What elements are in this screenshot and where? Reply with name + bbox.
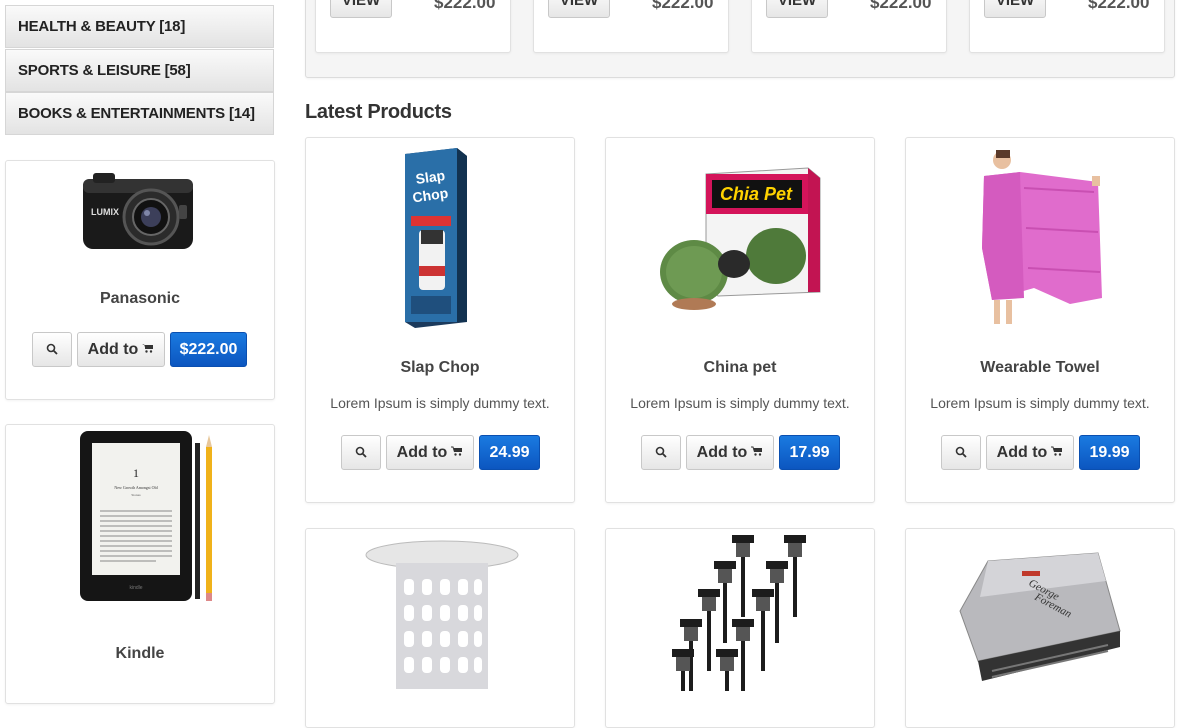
zoom-button[interactable] bbox=[941, 435, 981, 470]
price-text: $222.00 bbox=[652, 0, 714, 12]
magnify-icon bbox=[955, 446, 967, 458]
category-label: SPORTS & LEISURE [58] bbox=[18, 62, 191, 79]
product-card: Slap Chop Slap Chop Lorem Ipsum is simpl… bbox=[305, 137, 575, 503]
add-to-cart-button[interactable]: Add to bbox=[686, 435, 774, 470]
add-to-cart-button[interactable]: Add to bbox=[386, 435, 474, 470]
category-label: BOOKS & ENTERTAINMENTS [14] bbox=[18, 105, 255, 122]
add-label: Add to bbox=[996, 444, 1048, 461]
product-description: Lorem Ipsum is simply dummy text. bbox=[930, 395, 1150, 411]
cart-icon bbox=[451, 446, 463, 456]
kindle-image[interactable]: 1 New Growth Amongst Old Stones kindle bbox=[56, 427, 226, 617]
grill-image[interactable]: George Foreman bbox=[958, 551, 1124, 691]
magnify-icon bbox=[46, 343, 58, 355]
camera-image[interactable]: LUMIX bbox=[79, 165, 203, 265]
magnify-icon bbox=[355, 446, 367, 458]
price-text: $222.00 bbox=[870, 0, 932, 12]
svg-text:LUMIX: LUMIX bbox=[91, 207, 119, 217]
svg-text:New Growth Amongst Old: New Growth Amongst Old bbox=[114, 485, 157, 490]
section-heading: Latest Products bbox=[305, 101, 452, 123]
add-label: Add to bbox=[696, 444, 748, 461]
carousel-card: VIEW $222.00 bbox=[751, 0, 947, 53]
featured-product-card: 1 New Growth Amongst Old Stones kindle K… bbox=[5, 424, 275, 704]
cart-icon bbox=[142, 344, 154, 353]
svg-text:Stones: Stones bbox=[131, 493, 141, 497]
drain-stopper-image[interactable] bbox=[362, 539, 522, 693]
price-text: $222.00 bbox=[1088, 0, 1150, 12]
product-name[interactable]: Kindle bbox=[6, 645, 274, 663]
category-books-entertainments[interactable]: BOOKS & ENTERTAINMENTS [14] bbox=[5, 92, 274, 135]
view-button[interactable]: VIEW bbox=[548, 0, 610, 18]
category-sports-leisure[interactable]: SPORTS & LEISURE [58] bbox=[5, 49, 274, 92]
product-card: Wearable Towel Lorem Ipsum is simply dum… bbox=[905, 137, 1175, 503]
solar-lights-image[interactable] bbox=[672, 531, 812, 691]
product-name[interactable]: Slap Chop bbox=[306, 359, 574, 377]
product-description: Lorem Ipsum is simply dummy text. bbox=[630, 395, 850, 411]
product-description: Lorem Ipsum is simply dummy text. bbox=[330, 395, 550, 411]
price-button[interactable]: 17.99 bbox=[779, 435, 840, 470]
view-button[interactable]: VIEW bbox=[330, 0, 392, 18]
add-label: Add to bbox=[396, 444, 448, 461]
view-button[interactable]: VIEW bbox=[984, 0, 1046, 18]
chia-pet-image[interactable]: Chia Pet bbox=[658, 166, 824, 312]
product-card: George Foreman bbox=[905, 528, 1175, 728]
add-to-cart-button[interactable]: Add to bbox=[77, 332, 165, 367]
magnify-icon bbox=[655, 446, 667, 458]
add-to-cart-button[interactable]: Add to bbox=[986, 435, 1074, 470]
zoom-button[interactable] bbox=[341, 435, 381, 470]
cart-icon bbox=[751, 446, 763, 456]
svg-text:Chia Pet: Chia Pet bbox=[720, 184, 793, 204]
svg-text:1: 1 bbox=[133, 466, 139, 480]
carousel-card: VIEW $222.00 bbox=[315, 0, 511, 53]
product-name[interactable]: China pet bbox=[606, 359, 874, 377]
add-label: Add to bbox=[87, 341, 139, 358]
cart-icon bbox=[1051, 446, 1063, 456]
price-button[interactable]: 19.99 bbox=[1079, 435, 1140, 470]
carousel-card: VIEW $222.00 bbox=[533, 0, 729, 53]
zoom-button[interactable] bbox=[32, 332, 72, 367]
slap-chop-image[interactable]: Slap Chop bbox=[401, 146, 473, 330]
featured-product-card: LUMIX Panasonic Add to $222.00 bbox=[5, 160, 275, 400]
wearable-towel-image[interactable] bbox=[974, 148, 1108, 328]
product-card bbox=[305, 528, 575, 728]
product-name[interactable]: Wearable Towel bbox=[906, 359, 1174, 377]
product-name[interactable]: Panasonic bbox=[6, 290, 274, 308]
price-button[interactable]: $222.00 bbox=[170, 332, 247, 367]
svg-text:kindle: kindle bbox=[129, 585, 142, 591]
price-text: $222.00 bbox=[434, 0, 496, 12]
view-button[interactable]: VIEW bbox=[766, 0, 828, 18]
product-card bbox=[605, 528, 875, 728]
zoom-button[interactable] bbox=[641, 435, 681, 470]
product-card: Chia Pet China pet Lorem Ipsum is simply… bbox=[605, 137, 875, 503]
category-label: HEALTH & BEAUTY [18] bbox=[18, 18, 186, 35]
price-button[interactable]: 24.99 bbox=[479, 435, 540, 470]
carousel-card: VIEW $222.00 bbox=[969, 0, 1165, 53]
category-health-beauty[interactable]: HEALTH & BEAUTY [18] bbox=[5, 5, 274, 48]
